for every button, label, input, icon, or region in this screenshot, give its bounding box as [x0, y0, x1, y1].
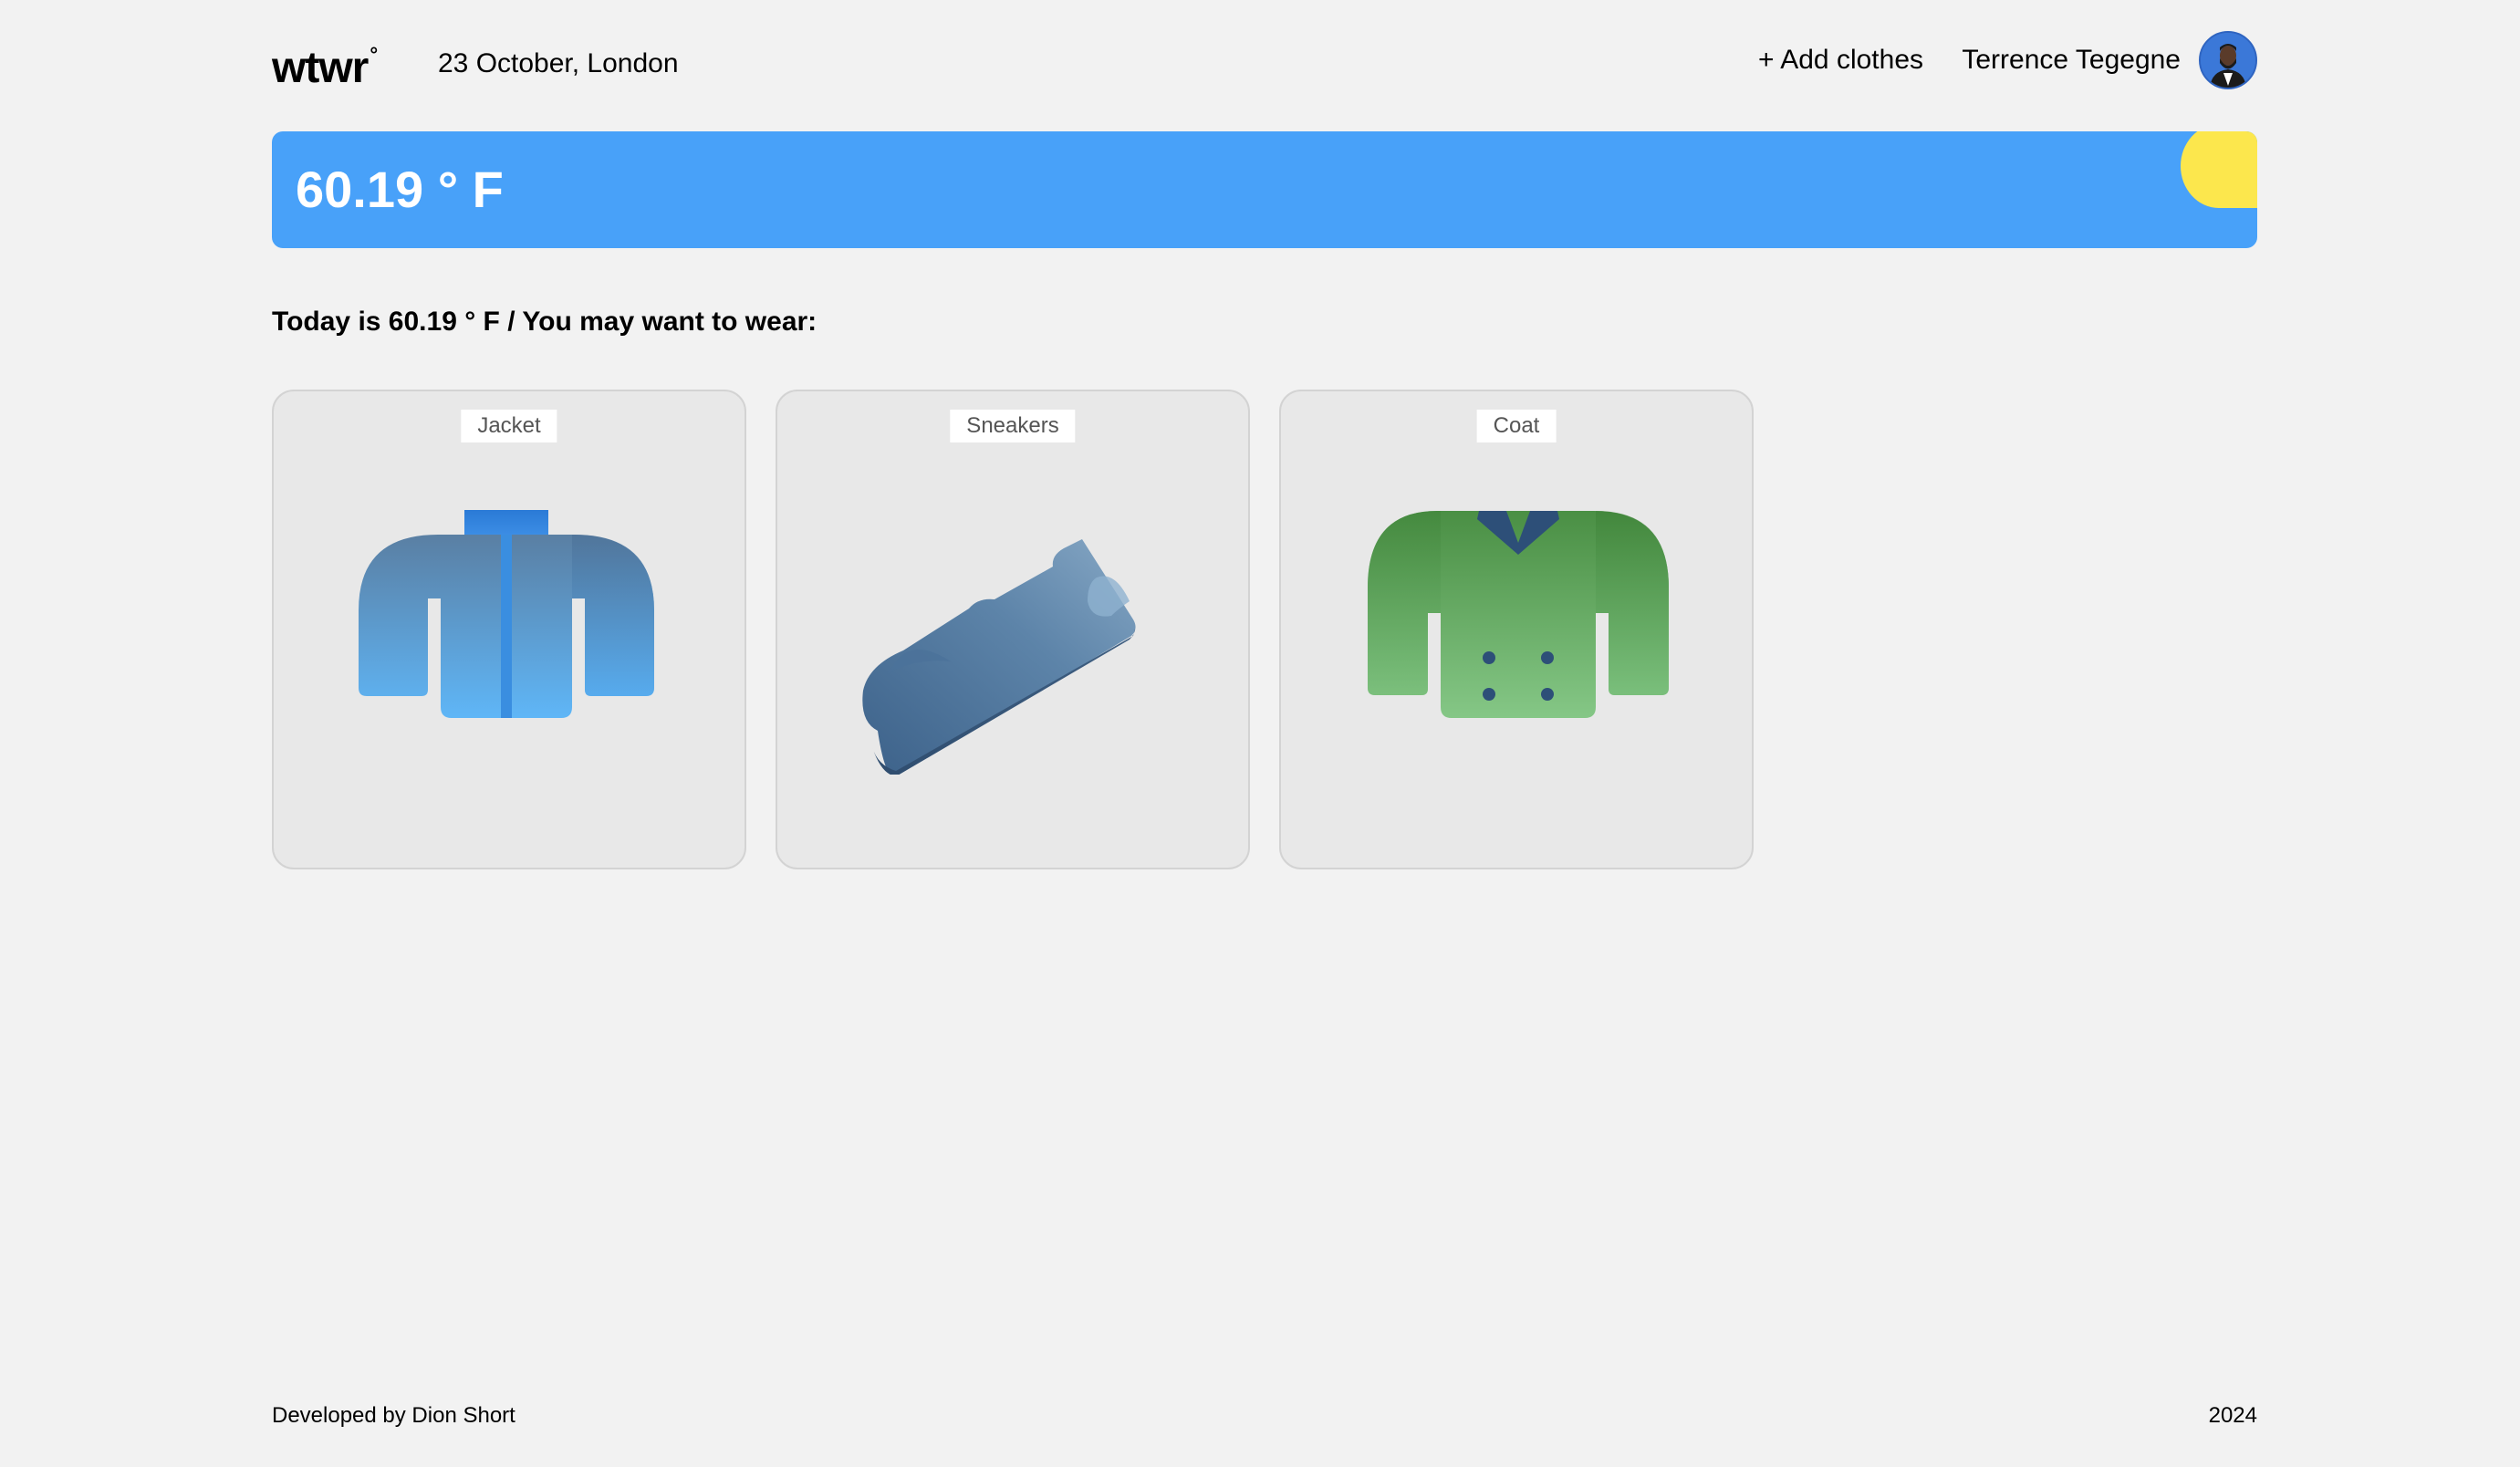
sun-icon — [2181, 131, 2257, 208]
weather-banner: 60.19 ° F — [272, 131, 2257, 248]
header: wtwr° 23 October, London + Add clothes T… — [272, 0, 2257, 122]
logo-degree-mark: ° — [370, 43, 378, 66]
user-avatar-icon — [2201, 33, 2255, 88]
coat-icon — [1368, 511, 1669, 718]
sneakers-icon — [862, 539, 1136, 775]
add-clothes-button[interactable]: + Add clothes — [1758, 42, 1923, 78]
clothing-card-sneakers[interactable]: Sneakers — [776, 390, 1250, 869]
date-location: 23 October, London — [438, 48, 679, 78]
card-label: Sneakers — [950, 410, 1076, 442]
logo[interactable]: wtwr° — [272, 33, 378, 96]
recommendation-text: Today is 60.19 ° F / You may want to wea… — [272, 307, 817, 337]
jacket-icon — [359, 510, 654, 718]
card-label: Coat — [1476, 410, 1557, 442]
clothing-card-jacket[interactable]: Jacket — [272, 390, 746, 869]
page: wtwr° 23 October, London + Add clothes T… — [272, 0, 2257, 1467]
logo-text: wtwr — [272, 44, 369, 92]
clothing-card-coat[interactable]: Coat — [1279, 390, 1754, 869]
footer-year: 2024 — [2208, 1403, 2257, 1428]
card-label: Jacket — [461, 410, 557, 442]
footer-developer: Developed by Dion Short — [272, 1403, 515, 1428]
username[interactable]: Terrence Tegegne — [1962, 42, 2181, 78]
weather-temperature: 60.19 ° F — [296, 161, 504, 218]
clothing-cards: Jacket Sneakers Coat — [272, 390, 1823, 869]
avatar[interactable] — [2199, 31, 2257, 89]
